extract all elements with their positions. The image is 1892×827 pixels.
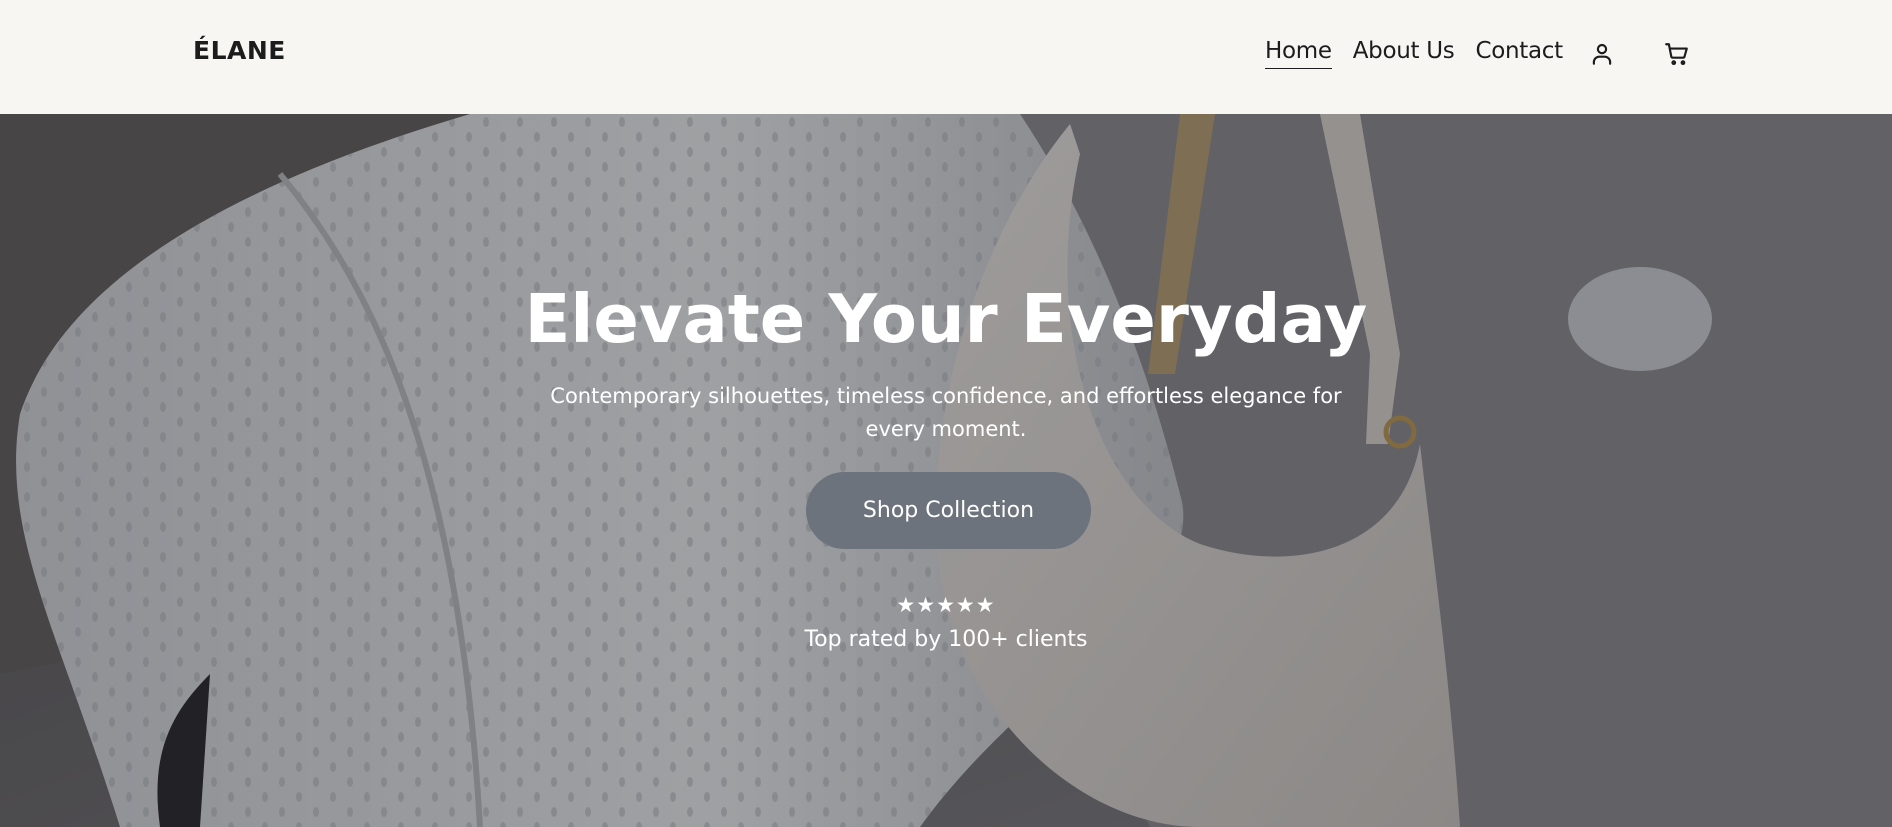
hero-subtitle: Contemporary silhouettes, timeless confi…	[550, 384, 1342, 441]
main-nav: Home About Us Contact	[1265, 38, 1563, 69]
nav-home-link[interactable]: Home	[1265, 38, 1332, 69]
site-header: ÉLANE Home About Us Contact	[0, 0, 1892, 114]
nav-contact-link[interactable]: Contact	[1475, 38, 1563, 69]
nav-about-link[interactable]: About Us	[1353, 38, 1455, 69]
cart-icon	[1665, 43, 1688, 66]
hero-title: Elevate Your Everyday	[524, 280, 1368, 358]
hero-section: Elevate Your Everyday Contemporary silho…	[0, 114, 1892, 827]
star-rating-icons: ★★★★★	[896, 593, 996, 617]
user-icon	[1592, 43, 1612, 65]
brand-logo[interactable]: ÉLANE	[193, 36, 286, 65]
hero-overlay	[0, 114, 1892, 827]
rating-text: Top rated by 100+ clients	[804, 627, 1088, 652]
account-button[interactable]	[1587, 39, 1617, 69]
shop-collection-button[interactable]: Shop Collection	[806, 472, 1091, 549]
cart-button[interactable]	[1662, 39, 1692, 69]
